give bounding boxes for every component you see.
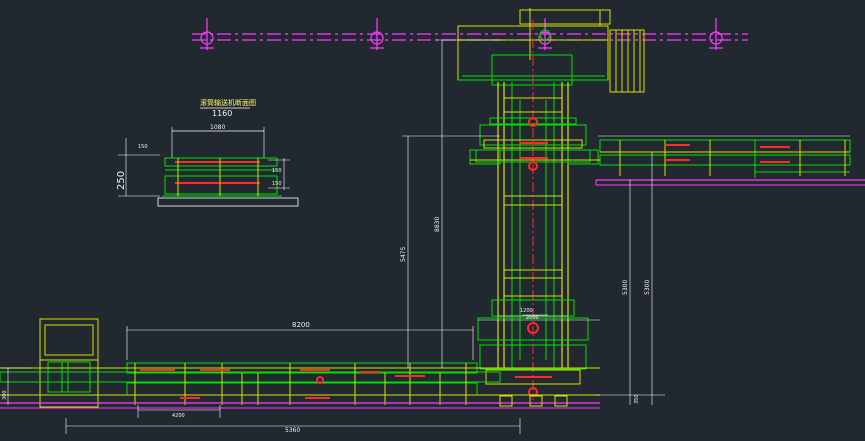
section-detail: 滚筒输送机断面图 1160 1080 150 150 150 250 [116, 98, 299, 207]
base-small: 300 [2, 390, 8, 400]
dimension-lines [2, 39, 665, 434]
long-conveyor-length: 8200 [292, 321, 310, 329]
detail-title: 滚筒输送机断面图 [200, 98, 256, 107]
upper-right-conveyor [595, 135, 865, 186]
elevator-height-1: 5475 [400, 247, 407, 262]
detail-small-top: 150 [138, 144, 148, 150]
right-height-1: 5300 [622, 280, 629, 295]
total-length: 5360 [285, 427, 300, 434]
detail-small-right-b: 150 [272, 181, 282, 187]
detail-height-label: 250 [116, 171, 127, 190]
detail-width-label: 1160 [212, 109, 232, 118]
overhead-rail [192, 18, 748, 50]
detail-inner-width-label: 1080 [210, 124, 225, 131]
elevator-height-2: 8830 [434, 217, 441, 232]
right-height-2: 5300 [644, 280, 651, 295]
elevator-tower: 2000 [457, 8, 645, 400]
lower-span-a: 4200 [172, 413, 185, 419]
right-height-small: 350 [634, 394, 640, 404]
left-cabinet [39, 318, 99, 408]
detail-small-right-a: 150 [272, 168, 282, 174]
cad-drawing-canvas: 滚筒输送机断面图 1160 1080 150 150 150 250 2000 … [0, 8, 865, 434]
top-width: 1200 [520, 308, 533, 314]
